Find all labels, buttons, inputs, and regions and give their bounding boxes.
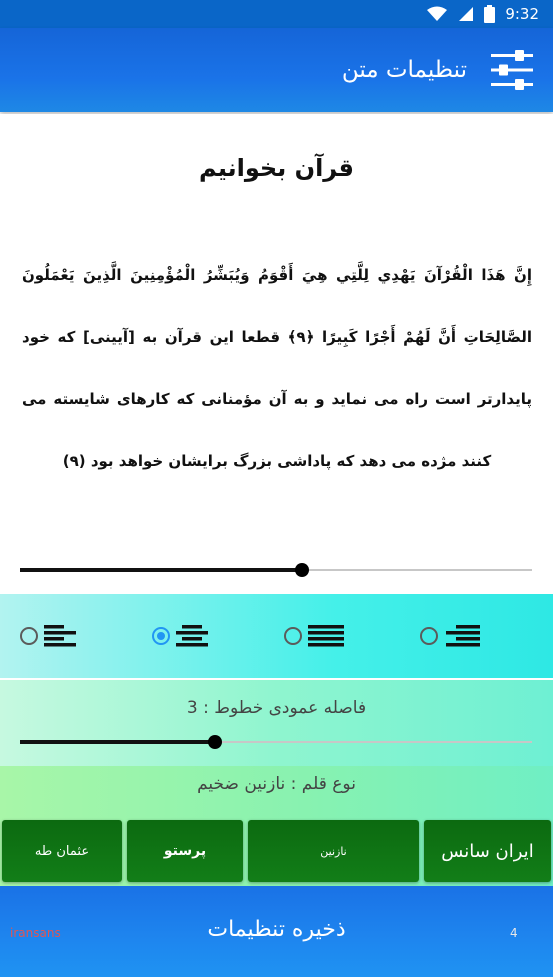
radio-button[interactable] (20, 627, 38, 645)
align-right-icon (446, 625, 480, 647)
font-button-nazanin[interactable]: نازنین (248, 820, 419, 882)
signal-icon (459, 7, 474, 21)
text-preview: قرآن بخوانیم إِنَّ هَذَا الْقُرْآنَ يَهْ… (0, 114, 553, 592)
current-font-size: 4 (510, 926, 518, 940)
battery-icon (484, 5, 496, 23)
status-bar: 9:32 (0, 0, 553, 28)
align-justify-icon (308, 625, 344, 647)
slider-fill (20, 568, 302, 572)
save-bar[interactable]: ذخیره تنظیمات iransans 4 (0, 886, 553, 977)
radio-button[interactable] (152, 627, 170, 645)
app-bar: تنظیمات متن (0, 28, 553, 112)
wifi-icon (427, 6, 448, 21)
status-time: 9:32 (505, 5, 539, 23)
line-spacing-slider[interactable] (20, 732, 532, 752)
radio-button[interactable] (420, 627, 438, 645)
radio-button[interactable] (284, 627, 302, 645)
save-settings-button[interactable]: ذخیره تنظیمات (0, 886, 553, 972)
text-size-slider[interactable] (20, 560, 532, 580)
font-panel: نوع قلم : نازنین ضخیم ایران سانس نازنین … (0, 766, 553, 886)
preview-heading: قرآن بخوانیم (199, 154, 354, 182)
preview-body: إِنَّ هَذَا الْقُرْآنَ يَهْدِي لِلَّتِي … (22, 266, 532, 470)
alignment-panel (0, 594, 553, 678)
slider-thumb[interactable] (295, 563, 309, 577)
font-label: نوع قلم : نازنین ضخیم (197, 774, 356, 794)
align-option-right[interactable] (420, 621, 482, 651)
align-center-icon (176, 625, 208, 647)
line-spacing-panel: فاصله عمودی خطوط : 3 (0, 680, 553, 766)
align-left-icon (44, 625, 76, 647)
slider-fill (20, 740, 215, 744)
font-button-osman-taha[interactable]: عثمان طه (2, 820, 122, 882)
current-font-name: iransans (10, 926, 61, 940)
slider-thumb[interactable] (208, 735, 222, 749)
page-title: تنظیمات متن (341, 57, 467, 83)
font-button-parastoo[interactable]: پرستو (127, 820, 243, 882)
line-spacing-label: فاصله عمودی خطوط : 3 (186, 698, 367, 718)
font-button-iransans[interactable]: ایران سانس (424, 820, 551, 882)
align-option-justify[interactable] (284, 621, 346, 651)
align-option-left[interactable] (20, 621, 78, 651)
align-option-center[interactable] (152, 621, 210, 651)
settings-sliders-icon[interactable] (489, 47, 535, 93)
